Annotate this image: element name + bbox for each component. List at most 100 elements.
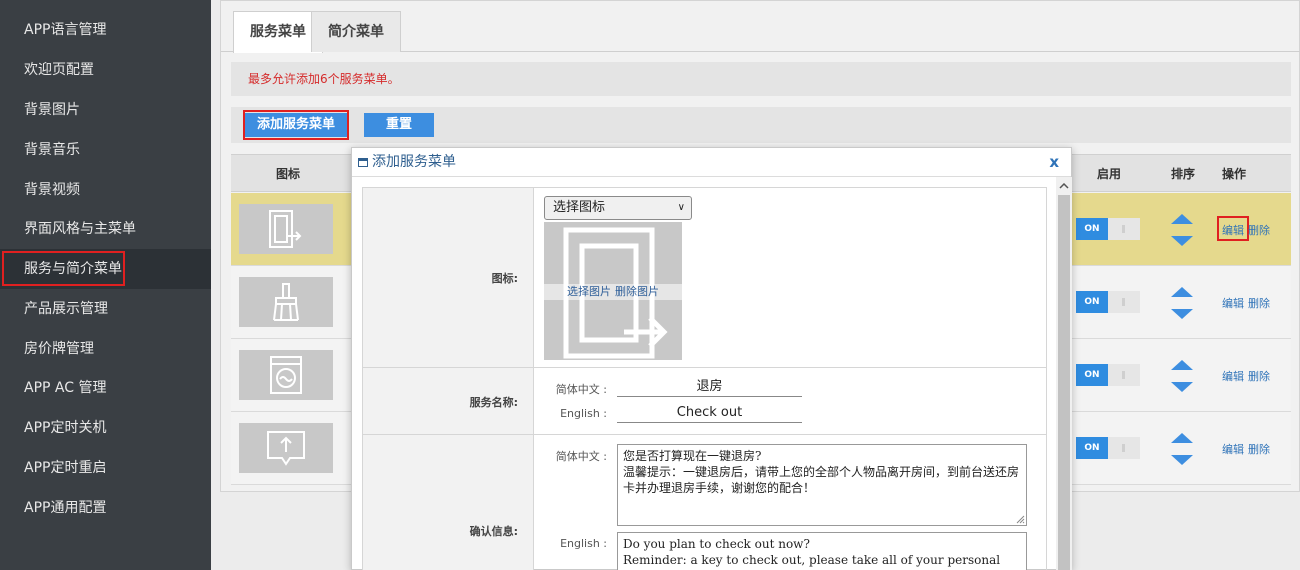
sidebar-item-room-rate[interactable]: 房价牌管理 — [0, 329, 211, 369]
washing-machine-icon — [239, 350, 333, 400]
delete-link[interactable]: 删除 — [1248, 295, 1270, 311]
sidebar-item-label: 欢迎页配置 — [24, 62, 94, 78]
window-icon — [358, 158, 368, 167]
toolbar: 添加服务菜单 重置 — [231, 107, 1291, 143]
edit-link[interactable]: 编辑 — [1222, 441, 1244, 457]
form-row-icon: 图标: 选择图标 ∨ 选择图片 删除图片 — [363, 188, 1046, 368]
toggle-on-label: ON — [1076, 218, 1108, 240]
toggle-grip — [1122, 225, 1125, 233]
en-label: English : — [560, 537, 607, 550]
form-row-name: 服务名称: 简体中文 : 退房 English : Check out — [363, 368, 1046, 435]
column-header-icon: 图标 — [276, 167, 301, 181]
toggle-on-label: ON — [1076, 437, 1108, 459]
dialog-form: 图标: 选择图标 ∨ 选择图片 删除图片 服务名称: 简体中文 : 退房 Engli… — [362, 187, 1047, 570]
add-service-menu-dialog: 添加服务菜单 x 图标: 选择图标 ∨ 选择图片 删除图片 服务名称: 简体中文 :… — [351, 147, 1072, 570]
add-service-menu-button[interactable]: 添加服务菜单 — [245, 113, 347, 137]
reset-button[interactable]: 重置 — [364, 113, 434, 137]
door-exit-icon — [239, 204, 333, 254]
zh-label: 简体中文 : — [555, 450, 607, 463]
edit-link[interactable]: 编辑 — [1222, 295, 1244, 311]
sort-down-icon — [1171, 236, 1193, 246]
chevron-down-icon: ∨ — [677, 202, 685, 213]
enabled-toggle[interactable]: ON — [1076, 437, 1140, 459]
field-label: 服务名称: — [363, 368, 534, 434]
icon-field-label: 图标: — [491, 272, 518, 285]
sidebar-item-background-video[interactable]: 背景视频 — [0, 170, 211, 210]
tab-bar: 服务菜单 简介菜单 — [221, 1, 1300, 53]
sort-arrows[interactable] — [1171, 431, 1193, 467]
delete-link[interactable]: 删除 — [1248, 222, 1270, 238]
scroll-thumb[interactable] — [1058, 195, 1070, 570]
sidebar-item-background-music[interactable]: 背景音乐 — [0, 130, 211, 170]
sidebar-item-label: APP通用配置 — [24, 500, 107, 516]
field-label: 确认信息: — [363, 435, 534, 570]
column-header-actions: 操作 — [1222, 167, 1247, 181]
icon-preview: 选择图片 删除图片 — [544, 222, 682, 360]
confirm-en-text: Do you plan to check out now? Reminder: … — [623, 537, 1001, 567]
sidebar-item-app-restart[interactable]: APP定时重启 — [0, 448, 211, 488]
limit-notice: 最多允许添加6个服务菜单。 — [231, 62, 1291, 96]
field-label: 图标: — [363, 188, 534, 367]
sidebar-item-label: 界面风格与主菜单 — [24, 221, 136, 237]
sidebar-item-label: 房价牌管理 — [24, 341, 94, 357]
sidebar-item-label: 产品展示管理 — [24, 301, 108, 317]
dialog-scrollbar[interactable] — [1056, 177, 1072, 570]
delete-link[interactable]: 删除 — [1248, 368, 1270, 384]
column-header-sort: 排序 — [1171, 167, 1196, 181]
edit-link[interactable]: 编辑 — [1222, 368, 1244, 384]
sidebar-item-label: 背景图片 — [24, 102, 80, 118]
sort-arrows[interactable] — [1171, 358, 1193, 394]
column-header-enabled: 启用 — [1097, 167, 1122, 181]
confirm-zh-textarea[interactable]: 您是否打算现在一键退房? 温馨提示：一键退房后，请带上您的全部个人物品离开房间，… — [617, 444, 1027, 526]
dialog-title-bar[interactable]: 添加服务菜单 x — [352, 148, 1071, 177]
sidebar-item-label: APP语言管理 — [24, 22, 107, 38]
sidebar-item-app-general[interactable]: APP通用配置 — [0, 488, 211, 528]
resize-grip-icon — [1016, 515, 1025, 524]
sidebar-item-welcome-page[interactable]: 欢迎页配置 — [0, 50, 211, 90]
name-field-label: 服务名称: — [469, 396, 518, 409]
choose-image-link[interactable]: 选择图片 — [567, 285, 611, 298]
toggle-on-label: ON — [1076, 364, 1108, 386]
delete-image-link[interactable]: 删除图片 — [615, 285, 659, 298]
sidebar-item-background-image[interactable]: 背景图片 — [0, 90, 211, 130]
toggle-grip — [1122, 444, 1125, 452]
scroll-up-icon[interactable] — [1056, 179, 1072, 193]
confirm-zh-text: 您是否打算现在一键退房? 温馨提示：一键退房后，请带上您的全部个人物品离开房间，… — [623, 449, 1020, 495]
confirm-en-textarea[interactable]: Do you plan to check out now? Reminder: … — [617, 532, 1027, 570]
sidebar-item-label: 背景音乐 — [24, 142, 80, 158]
image-actions: 选择图片 删除图片 — [544, 284, 682, 300]
form-row-confirm: 确认信息: 简体中文 : 您是否打算现在一键退房? 温馨提示：一键退房后，请带上… — [363, 435, 1046, 570]
sidebar-item-label: 服务与简介菜单 — [24, 261, 122, 277]
tab-service-menu[interactable]: 服务菜单 — [233, 11, 323, 53]
sort-arrows[interactable] — [1171, 285, 1193, 321]
dialog-title: 添加服务菜单 — [372, 154, 456, 170]
toggle-on-label: ON — [1076, 291, 1108, 313]
enabled-toggle[interactable]: ON — [1076, 291, 1140, 313]
sidebar-item-ui-style[interactable]: 界面风格与主菜单 — [0, 209, 211, 249]
sidebar-item-app-shutdown[interactable]: APP定时关机 — [0, 408, 211, 448]
sidebar-item-service-intro-menu[interactable]: 服务与简介菜单 — [0, 249, 211, 289]
icon-select[interactable]: 选择图标 ∨ — [544, 196, 692, 220]
name-zh-input[interactable]: 退房 — [617, 377, 802, 397]
sidebar: APP语言管理 欢迎页配置 背景图片 背景音乐 背景视频 界面风格与主菜单 服务… — [0, 0, 211, 570]
delete-link[interactable]: 删除 — [1248, 441, 1270, 457]
tab-intro-menu[interactable]: 简介菜单 — [311, 11, 401, 52]
name-en-input[interactable]: Check out — [617, 403, 802, 423]
sidebar-item-app-ac[interactable]: APP AC 管理 — [0, 368, 211, 408]
enabled-toggle[interactable]: ON — [1076, 218, 1140, 240]
close-icon[interactable]: x — [1049, 148, 1059, 177]
sidebar-item-label: APP定时关机 — [24, 420, 107, 436]
sidebar-item-label: APP AC 管理 — [24, 380, 107, 396]
toggle-grip — [1122, 371, 1125, 379]
sidebar-item-product-display[interactable]: 产品展示管理 — [0, 289, 211, 329]
sort-arrows[interactable] — [1171, 212, 1193, 248]
sidebar-item-label: APP定时重启 — [24, 460, 107, 476]
edit-link[interactable]: 编辑 — [1222, 222, 1244, 238]
icon-select-value: 选择图标 — [553, 200, 606, 215]
broom-icon — [239, 277, 333, 327]
sidebar-item-app-language[interactable]: APP语言管理 — [0, 10, 211, 50]
sort-up-icon — [1171, 214, 1193, 224]
enabled-toggle[interactable]: ON — [1076, 364, 1140, 386]
confirm-field-label: 确认信息: — [469, 525, 518, 538]
zh-label: 简体中文 : — [555, 383, 607, 396]
